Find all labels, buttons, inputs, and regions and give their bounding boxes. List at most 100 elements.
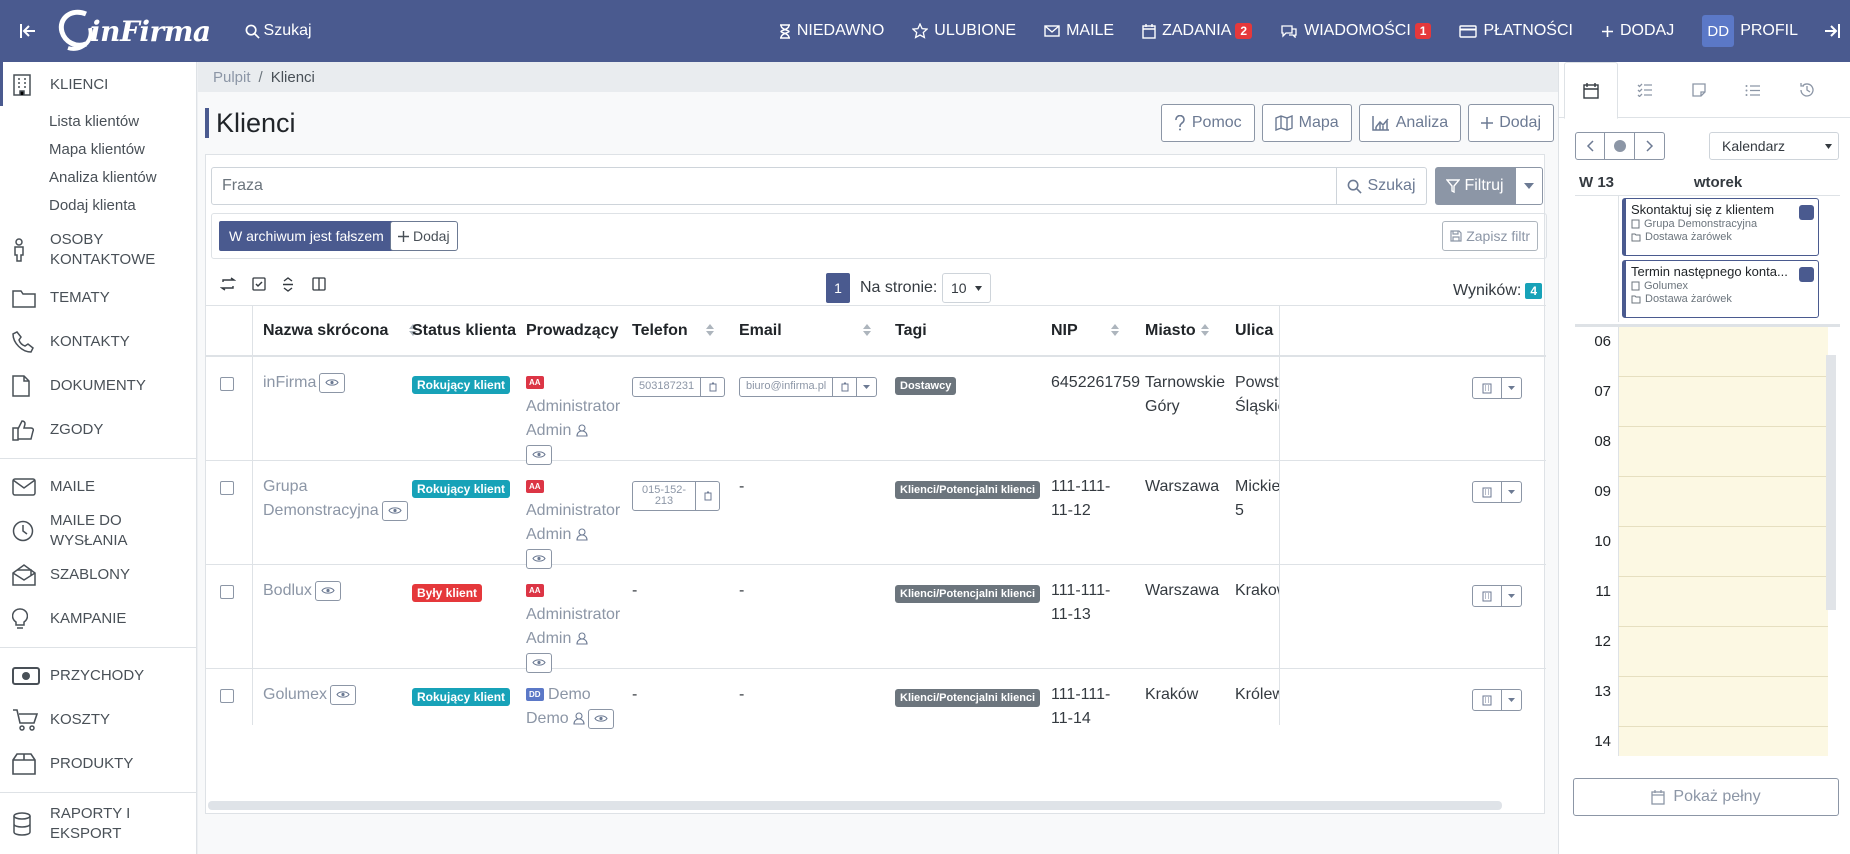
col-phone[interactable]: Telefon (632, 306, 688, 356)
sort-icon[interactable] (706, 324, 714, 336)
help-button[interactable]: Pomoc (1160, 104, 1255, 142)
sidebar-item-contacts[interactable]: KONTAKTY (0, 320, 196, 364)
preview-eye-icon[interactable] (381, 500, 408, 521)
calendar-today-button[interactable] (1605, 132, 1635, 160)
breadcrumb-home[interactable]: Pulpit (213, 69, 251, 86)
row-checkbox[interactable] (220, 585, 234, 599)
search-input[interactable]: Fraza (211, 167, 1337, 205)
calendar-scrollbar[interactable] (1826, 355, 1836, 610)
add-client-button[interactable]: Dodaj (1468, 104, 1554, 142)
hour-row[interactable]: 12 (1575, 627, 1840, 677)
nav-messages[interactable]: WIADOMOŚCI 1 (1280, 22, 1432, 40)
client-name-link[interactable]: Grupa (263, 478, 307, 495)
row-action-button[interactable] (1472, 377, 1502, 399)
col-city[interactable]: Miasto (1145, 306, 1196, 356)
global-search-button[interactable]: Szukaj (245, 22, 312, 40)
calendar-event[interactable]: Termin następnego konta... Golumex Dosta… (1622, 260, 1819, 318)
owner-name-link[interactable]: Administrator Admin (526, 502, 620, 543)
per-page-select[interactable]: 10 (942, 273, 991, 303)
horizontal-scrollbar[interactable] (208, 801, 1502, 810)
phone-field[interactable]: 503187231 (632, 376, 726, 397)
calendar-view-select[interactable]: Kalendarz (1709, 132, 1839, 160)
nav-recent[interactable]: NIEDAWNO (779, 22, 884, 40)
calendar-event[interactable]: Skontaktuj się z klientem Grupa Demonstr… (1622, 198, 1819, 256)
tab-tasks[interactable] (1618, 62, 1672, 118)
row-action-dropdown[interactable] (1502, 585, 1522, 607)
analysis-button[interactable]: Analiza (1358, 104, 1462, 142)
row-checkbox[interactable] (220, 689, 234, 703)
nav-favorites[interactable]: ULUBIONE (912, 22, 1016, 40)
row-action-button[interactable] (1472, 689, 1502, 711)
nav-add[interactable]: DODAJ (1601, 22, 1674, 40)
map-button[interactable]: Mapa (1261, 104, 1352, 142)
sidebar-item-reports[interactable]: RAPORTY I EKSPORT (0, 799, 196, 849)
sidebar-item-clients[interactable]: KLIENCI (0, 62, 196, 108)
preview-eye-icon[interactable] (314, 580, 341, 601)
collapse-right-panel-button[interactable] (1824, 24, 1840, 38)
email-field[interactable]: biuro@infirma.pl (739, 376, 878, 397)
page-1-button[interactable]: 1 (826, 273, 850, 303)
col-status[interactable]: Status klienta (412, 306, 516, 356)
preview-eye-icon[interactable] (319, 372, 346, 393)
client-name-link-line2[interactable]: Demonstracyjna (263, 502, 379, 519)
phone-field[interactable]: 015-152-213 (632, 481, 720, 511)
search-button[interactable]: Szukaj (1337, 167, 1427, 205)
client-name-link[interactable]: Golumex (263, 686, 327, 703)
row-action-dropdown[interactable] (1502, 377, 1522, 399)
copy-icon[interactable] (832, 377, 856, 396)
col-email[interactable]: Email (739, 306, 782, 356)
hour-row[interactable]: 14 (1575, 727, 1840, 756)
copy-icon[interactable] (695, 482, 719, 510)
col-nip[interactable]: NIP (1051, 306, 1078, 356)
hour-row[interactable]: 11 (1575, 577, 1840, 627)
hour-row[interactable]: 13 (1575, 677, 1840, 727)
col-tags[interactable]: Tagi (895, 306, 927, 356)
nav-mails[interactable]: MAILE (1044, 22, 1114, 40)
email-dropdown-toggle[interactable] (856, 377, 876, 396)
refresh-button[interactable] (220, 277, 236, 291)
sidebar-subitem-client-map[interactable]: Mapa klientów (0, 136, 196, 164)
filter-dropdown-toggle[interactable] (1515, 167, 1543, 205)
client-name-link[interactable]: Bodlux (263, 582, 312, 599)
sidebar-item-revenue[interactable]: PRZYCHODY (0, 654, 196, 698)
copy-icon[interactable] (700, 377, 724, 396)
row-action-dropdown[interactable] (1502, 689, 1522, 711)
owner-name-link[interactable]: Administrator Admin (526, 398, 620, 439)
sort-icon[interactable] (1201, 324, 1209, 336)
tab-history[interactable] (1780, 62, 1834, 118)
nav-payments[interactable]: PŁATNOŚCI (1459, 22, 1573, 40)
sidebar-item-mails-to-send[interactable]: MAILE DO WYSŁANIA (0, 509, 196, 553)
table-row[interactable]: inFirma Rokujący klient AA Administrator … (206, 357, 1546, 465)
col-name[interactable]: Nazwa skrócona (263, 306, 388, 356)
sidebar-item-documents[interactable]: DOKUMENTY (0, 364, 196, 408)
col-owner[interactable]: Prowadzący (526, 306, 618, 356)
app-logo[interactable]: inFirma (56, 0, 211, 62)
hour-row[interactable]: 07 (1575, 377, 1840, 427)
hour-row[interactable]: 08 (1575, 427, 1840, 477)
hour-row[interactable]: 09 (1575, 477, 1840, 527)
nav-profile[interactable]: DD PROFIL (1702, 15, 1798, 47)
table-row[interactable]: Grupa Demonstracyjna Rokujący klient AA Ad… (206, 461, 1546, 569)
sidebar-subitem-client-analysis[interactable]: Analiza klientów (0, 164, 196, 192)
sidebar-item-mails[interactable]: MAILE (0, 465, 196, 509)
show-full-calendar-button[interactable]: Pokaż pełny (1573, 778, 1839, 816)
preview-eye-icon[interactable] (330, 684, 357, 705)
columns-button[interactable] (312, 277, 326, 291)
sidebar-item-topics[interactable]: TEMATY (0, 276, 196, 320)
client-name-link[interactable]: inFirma (263, 374, 316, 391)
tab-notes[interactable] (1672, 62, 1726, 118)
collapse-sidebar-button[interactable] (0, 0, 56, 62)
add-filter-button[interactable]: Dodaj (390, 221, 458, 251)
tab-calendar[interactable] (1564, 62, 1618, 119)
row-action-button[interactable] (1472, 585, 1502, 607)
hour-row[interactable]: 06 (1575, 327, 1840, 377)
tab-list[interactable] (1726, 62, 1780, 118)
sidebar-item-consents[interactable]: ZGODY (0, 408, 196, 452)
owner-name-link[interactable]: Administrator Admin (526, 606, 620, 647)
sidebar-item-products[interactable]: PRODUKTY (0, 742, 196, 786)
col-street[interactable]: Ulica (1235, 306, 1273, 356)
sort-icon[interactable] (863, 324, 871, 336)
table-row[interactable]: Golumex Rokujący klient DD Demo Demo - -… (206, 669, 1546, 773)
sidebar-subitem-client-list[interactable]: Lista klientów (0, 108, 196, 136)
row-checkbox[interactable] (220, 481, 234, 495)
